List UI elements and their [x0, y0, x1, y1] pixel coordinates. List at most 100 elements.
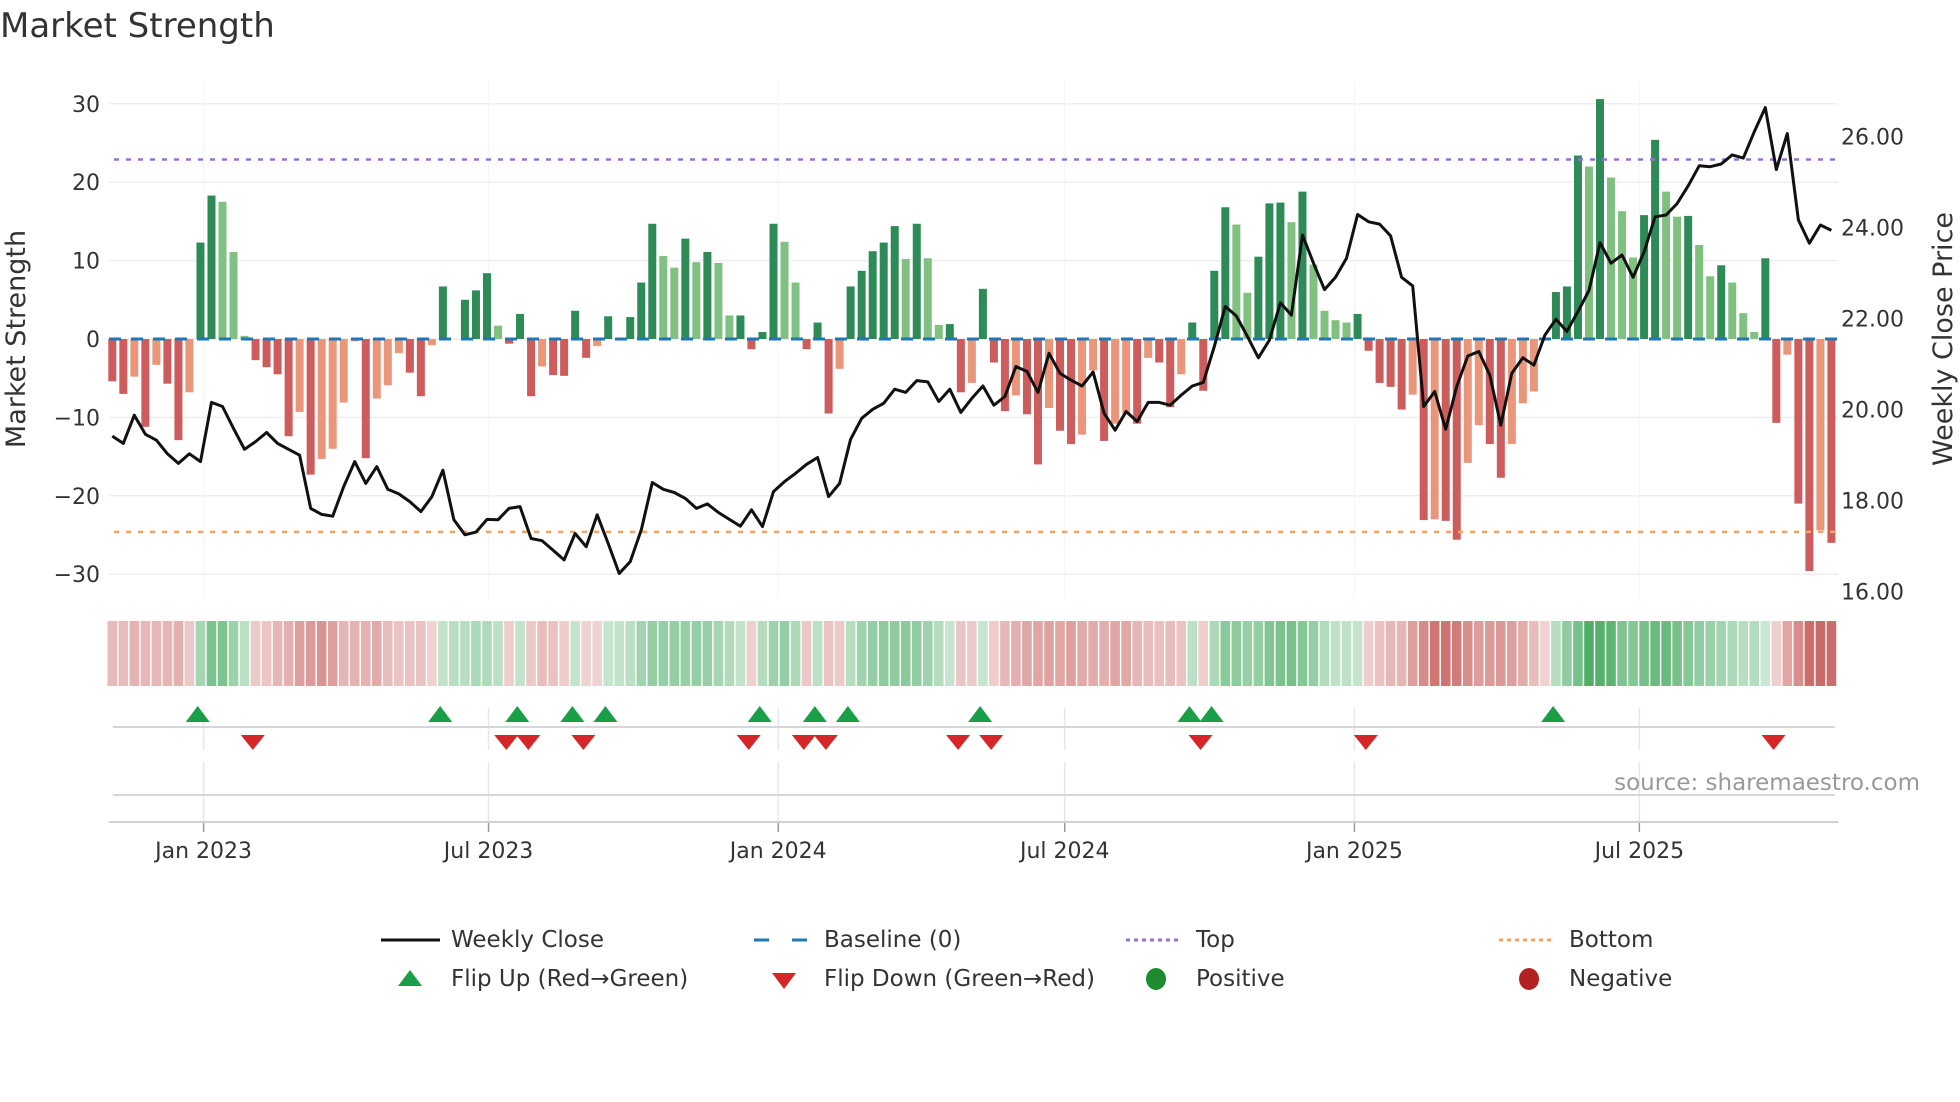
strength-bar [1254, 256, 1263, 339]
flip-up-marker [560, 706, 585, 722]
strength-bar [317, 339, 326, 459]
heatmap-cell [768, 621, 779, 686]
strength-bar [538, 339, 547, 367]
heatmap-cell [856, 621, 867, 686]
flip-up-marker [802, 706, 827, 722]
heatmap-cell [867, 621, 878, 686]
heatmap-cell [934, 621, 944, 686]
heatmap-cell [1341, 621, 1352, 686]
heatmap-cell [812, 621, 823, 686]
heatmap-cell [184, 621, 195, 686]
strength-bar [934, 324, 943, 339]
strength-bar [394, 339, 403, 354]
x-tick-label: Jan 2025 [1304, 839, 1403, 864]
flip-up-marker [835, 706, 860, 722]
x-tick-label: Jul 2023 [442, 839, 534, 864]
flip-down-marker [946, 735, 971, 750]
strength-bar [1618, 211, 1627, 339]
heatmap-cell [140, 621, 151, 686]
strength-bar [1188, 322, 1197, 339]
strength-bar [460, 299, 469, 339]
heatmap-cell [1518, 621, 1528, 686]
strength-bar [868, 251, 877, 339]
flip-up-marker [1199, 706, 1224, 722]
strength-bar [1584, 166, 1593, 339]
strength-bar [1276, 202, 1285, 339]
strength-bar [262, 339, 271, 368]
strength-bar [637, 282, 646, 339]
strength-bar [802, 339, 811, 350]
strength-bar [1739, 313, 1748, 339]
heatmap-cell [1650, 621, 1660, 686]
heatmap-cell [1242, 621, 1253, 686]
strength-bar [218, 201, 227, 339]
heatmap-cell [294, 621, 305, 686]
heatmap-cell [757, 621, 768, 686]
heatmap-cell [1286, 621, 1297, 686]
strength-bar [758, 331, 767, 339]
strength-bar [229, 251, 238, 339]
heatmap-cell [1639, 621, 1649, 686]
heatmap-cell [603, 621, 613, 686]
strength-bar [670, 267, 679, 339]
strength-bar [846, 286, 855, 339]
heatmap-cell [945, 621, 955, 686]
heatmap-cell [834, 621, 845, 686]
heatmap-cell [515, 621, 525, 686]
heatmap-cell [845, 621, 856, 686]
heatmap-cell [1440, 621, 1451, 686]
y2-tick-label: 22.00 [1841, 307, 1904, 332]
flip-down-marker [979, 735, 1004, 750]
strength-bar [725, 315, 734, 339]
heatmap-cell [1385, 621, 1396, 686]
heatmap-cell [900, 621, 911, 686]
strength-bar [780, 241, 789, 339]
heatmap-cell [735, 621, 746, 686]
heatmap-cell [1793, 621, 1804, 686]
strength-bar [1155, 339, 1164, 363]
heatmap-cell [1297, 621, 1308, 686]
strength-bar [813, 322, 822, 339]
strength-bar [879, 242, 888, 339]
strength-bar [978, 288, 987, 339]
heatmap-cell [1606, 621, 1616, 686]
heatmap-cell [570, 621, 580, 686]
flip-down-marker [494, 735, 519, 750]
strength-bar [471, 290, 480, 339]
strength-bar [956, 339, 965, 393]
strength-bar [405, 339, 414, 373]
heatmap-cell [967, 621, 977, 686]
heatmap-cell [1418, 621, 1429, 686]
strength-bar [361, 339, 370, 459]
strength-bar [372, 339, 381, 399]
strength-bar [1320, 310, 1329, 339]
heatmap-cell [1264, 621, 1275, 686]
y-tick-label: 10 [72, 250, 100, 275]
flip-down-marker [791, 735, 816, 750]
heatmap-cell [504, 621, 514, 686]
strength-bar [1331, 320, 1340, 339]
x-tick-label: Jul 2025 [1593, 839, 1685, 864]
heatmap-cell [1033, 621, 1043, 686]
flip-down-marker [516, 735, 541, 750]
heatmap-cell [1011, 621, 1021, 686]
x-tick-label: Jan 2024 [728, 839, 827, 864]
heatmap-cell [1187, 621, 1198, 686]
heatmap-cell [1099, 621, 1109, 686]
heatmap-cell [371, 621, 382, 686]
strength-bar [1596, 99, 1604, 339]
y-tick-label: −10 [54, 406, 100, 431]
heatmap-cell [1683, 621, 1693, 686]
heatmap-cell [1319, 621, 1330, 686]
heatmap-cell [360, 621, 371, 686]
heatmap-cell [1088, 621, 1098, 686]
heatmap-cell [1121, 621, 1131, 686]
strength-bar [1695, 244, 1704, 339]
y2-tick-label: 26.00 [1841, 125, 1904, 150]
heatmap-cell [1749, 621, 1760, 686]
strength-bar [1364, 339, 1373, 351]
heatmap-cell [272, 621, 283, 686]
heatmap-cell [537, 621, 547, 686]
heatmap-cell [1198, 621, 1209, 686]
strength-bar [1551, 291, 1560, 339]
